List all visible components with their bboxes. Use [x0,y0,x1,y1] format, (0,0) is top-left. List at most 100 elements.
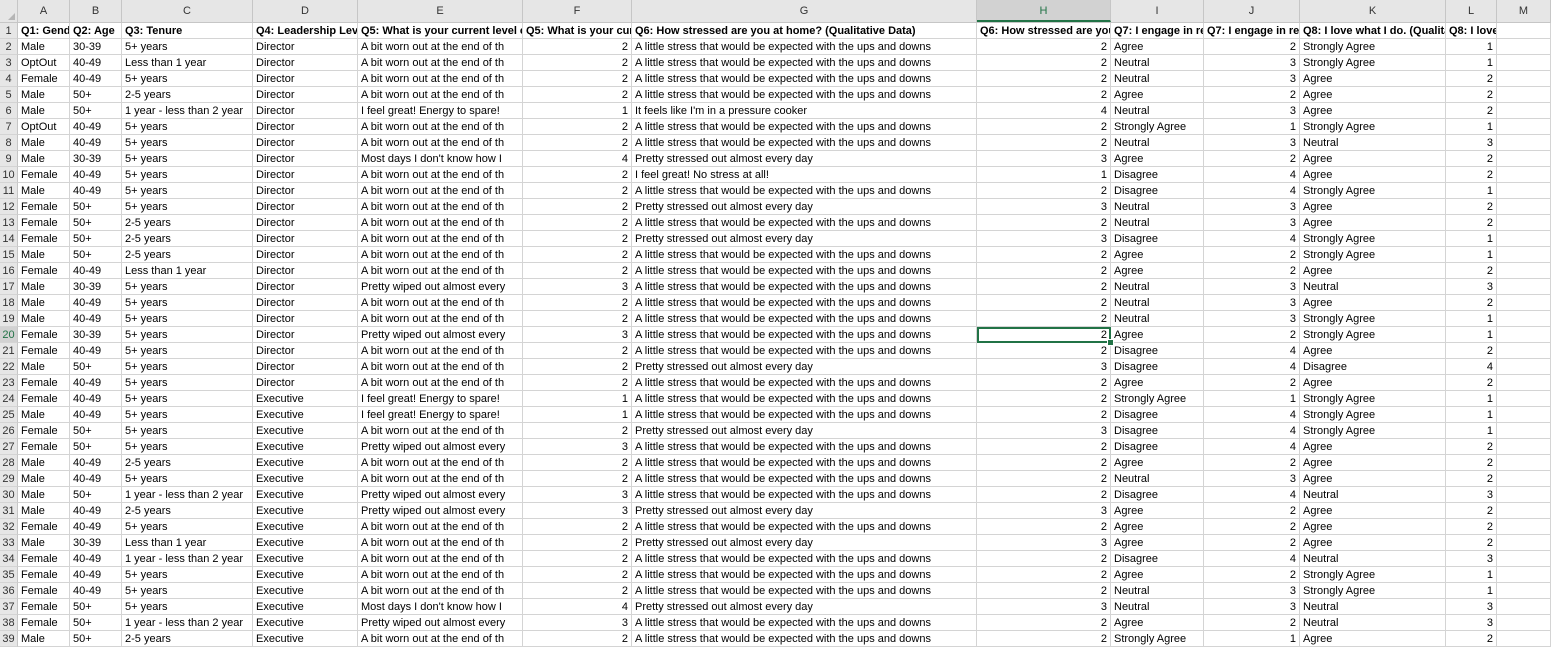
cell-e33[interactable]: A bit worn out at the end of th [358,535,523,551]
cell-k27[interactable]: Agree [1300,439,1446,455]
cell-k17[interactable]: Neutral [1300,279,1446,295]
cell-i5[interactable]: Agree [1111,87,1204,103]
cell-a7[interactable]: OptOut [18,119,70,135]
cell-m8[interactable] [1497,135,1551,151]
cell-e27[interactable]: Pretty wiped out almost every [358,439,523,455]
row-header-11[interactable]: 11 [0,183,18,199]
cell-f3[interactable]: 2 [523,55,632,71]
cell-g39[interactable]: A little stress that would be expected w… [632,631,977,647]
cell-b14[interactable]: 50+ [70,231,122,247]
cell-e19[interactable]: A bit worn out at the end of th [358,311,523,327]
row-header-27[interactable]: 27 [0,439,18,455]
cell-d4[interactable]: Director [253,71,358,87]
cell-f27[interactable]: 3 [523,439,632,455]
cell-a34[interactable]: Female [18,551,70,567]
cell-g25[interactable]: A little stress that would be expected w… [632,407,977,423]
cell-k6[interactable]: Agree [1300,103,1446,119]
row-header-9[interactable]: 9 [0,151,18,167]
cell-e1[interactable]: Q5: What is your current level of [358,23,523,39]
cell-a39[interactable]: Male [18,631,70,647]
cell-k2[interactable]: Strongly Agree [1300,39,1446,55]
row-header-37[interactable]: 37 [0,599,18,615]
cell-d19[interactable]: Director [253,311,358,327]
cell-k15[interactable]: Strongly Agree [1300,247,1446,263]
cell-g14[interactable]: Pretty stressed out almost every day [632,231,977,247]
cell-e16[interactable]: A bit worn out at the end of th [358,263,523,279]
cell-f2[interactable]: 2 [523,39,632,55]
cell-a21[interactable]: Female [18,343,70,359]
cell-a16[interactable]: Female [18,263,70,279]
cell-a6[interactable]: Male [18,103,70,119]
cell-b6[interactable]: 50+ [70,103,122,119]
cell-e31[interactable]: Pretty wiped out almost every [358,503,523,519]
column-header-i[interactable]: I [1111,0,1204,22]
cell-e34[interactable]: A bit worn out at the end of th [358,551,523,567]
column-header-m[interactable]: M [1497,0,1551,22]
cell-k14[interactable]: Strongly Agree [1300,231,1446,247]
cell-g29[interactable]: A little stress that would be expected w… [632,471,977,487]
cell-j7[interactable]: 1 [1204,119,1300,135]
cell-f6[interactable]: 1 [523,103,632,119]
cell-a3[interactable]: OptOut [18,55,70,71]
cell-k19[interactable]: Strongly Agree [1300,311,1446,327]
cell-h1[interactable]: Q6: How stressed are you [977,23,1111,39]
spreadsheet[interactable]: ABCDEFGHIJKLM 1Q1: GenderQ2: AgeQ3: Tenu… [0,0,1551,650]
cell-i37[interactable]: Neutral [1111,599,1204,615]
cell-h38[interactable]: 2 [977,615,1111,631]
cell-c32[interactable]: 5+ years [122,519,253,535]
cell-m37[interactable] [1497,599,1551,615]
cell-f15[interactable]: 2 [523,247,632,263]
cell-j30[interactable]: 4 [1204,487,1300,503]
row-header-30[interactable]: 30 [0,487,18,503]
cell-i35[interactable]: Agree [1111,567,1204,583]
cell-m33[interactable] [1497,535,1551,551]
cell-a15[interactable]: Male [18,247,70,263]
cell-b10[interactable]: 40-49 [70,167,122,183]
cell-b34[interactable]: 40-49 [70,551,122,567]
column-header-b[interactable]: B [70,0,122,22]
column-header-g[interactable]: G [632,0,977,22]
cell-b7[interactable]: 40-49 [70,119,122,135]
cell-a4[interactable]: Female [18,71,70,87]
cell-e5[interactable]: A bit worn out at the end of th [358,87,523,103]
cell-b1[interactable]: Q2: Age [70,23,122,39]
cell-b16[interactable]: 40-49 [70,263,122,279]
row-header-19[interactable]: 19 [0,311,18,327]
cell-f10[interactable]: 2 [523,167,632,183]
cell-j37[interactable]: 3 [1204,599,1300,615]
cell-j19[interactable]: 3 [1204,311,1300,327]
cell-g20[interactable]: A little stress that would be expected w… [632,327,977,343]
cell-e9[interactable]: Most days I don't know how I [358,151,523,167]
cell-j10[interactable]: 4 [1204,167,1300,183]
cell-a26[interactable]: Female [18,423,70,439]
cell-i27[interactable]: Disagree [1111,439,1204,455]
cell-b8[interactable]: 40-49 [70,135,122,151]
cell-e30[interactable]: Pretty wiped out almost every [358,487,523,503]
cell-g22[interactable]: Pretty stressed out almost every day [632,359,977,375]
cell-m38[interactable] [1497,615,1551,631]
cell-h9[interactable]: 3 [977,151,1111,167]
cell-h37[interactable]: 3 [977,599,1111,615]
cell-c24[interactable]: 5+ years [122,391,253,407]
cell-l33[interactable]: 2 [1446,535,1497,551]
cell-g27[interactable]: A little stress that would be expected w… [632,439,977,455]
cell-c20[interactable]: 5+ years [122,327,253,343]
cell-f22[interactable]: 2 [523,359,632,375]
cell-l5[interactable]: 2 [1446,87,1497,103]
cell-j4[interactable]: 3 [1204,71,1300,87]
cell-b5[interactable]: 50+ [70,87,122,103]
cell-j25[interactable]: 4 [1204,407,1300,423]
cell-e12[interactable]: A bit worn out at the end of th [358,199,523,215]
cell-f32[interactable]: 2 [523,519,632,535]
cell-b20[interactable]: 30-39 [70,327,122,343]
cell-g5[interactable]: A little stress that would be expected w… [632,87,977,103]
cell-d3[interactable]: Director [253,55,358,71]
cell-g21[interactable]: A little stress that would be expected w… [632,343,977,359]
cell-c25[interactable]: 5+ years [122,407,253,423]
cell-d13[interactable]: Director [253,215,358,231]
cell-j32[interactable]: 2 [1204,519,1300,535]
cell-f24[interactable]: 1 [523,391,632,407]
cell-a9[interactable]: Male [18,151,70,167]
row-header-25[interactable]: 25 [0,407,18,423]
cell-b17[interactable]: 30-39 [70,279,122,295]
